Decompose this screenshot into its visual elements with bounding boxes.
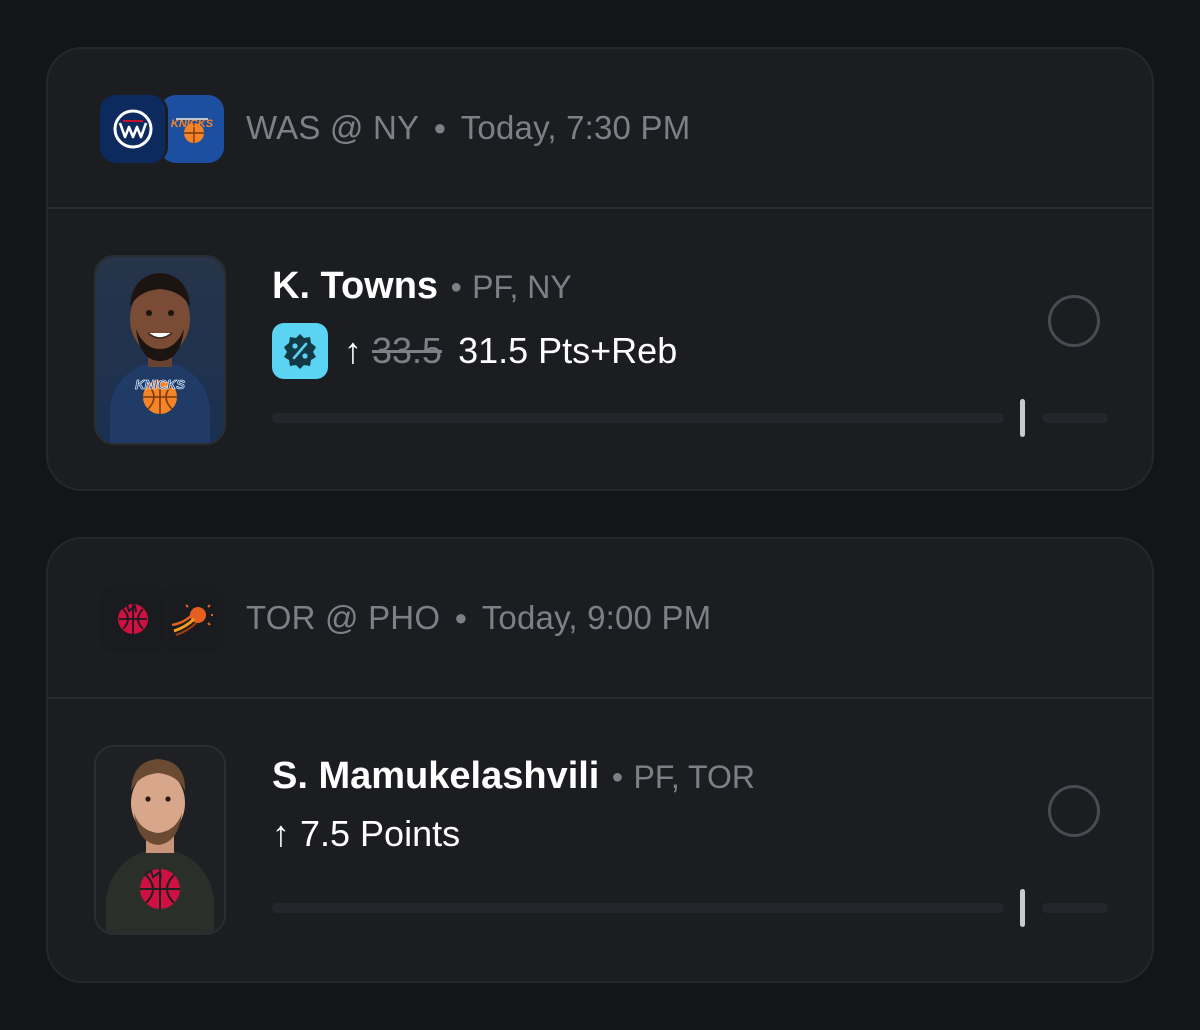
pick-line: ↑ 7.5 Points [272,813,460,855]
player-row[interactable]: S. Mamukelashvili ● PF, TOR ↑ 7.5 Points [48,699,1152,981]
team-logos: KNICKS [100,95,224,163]
game-info: WAS @ NY ● Today, 7:30 PM [246,109,690,147]
position-team: PF, NY [472,269,572,305]
raptors-logo-icon [100,585,168,653]
matchup: TOR @ PHO [246,599,441,636]
separator-dot: ● [433,115,447,140]
progress-track [272,903,1004,913]
game-info: TOR @ PHO ● Today, 9:00 PM [246,599,711,637]
separator-dot: ● [454,605,468,630]
pick-card[interactable]: KNICKS WAS @ NY ● Today, 7:30 PM KNICKS … [46,47,1154,491]
game-time: Today, 9:00 PM [481,599,712,636]
old-line-value: 33.5 [372,330,443,371]
separator-dot: ● [611,766,624,788]
select-pick-radio[interactable] [1048,785,1100,837]
game-header: TOR @ PHO ● Today, 9:00 PM [48,539,1152,699]
matchup: WAS @ NY [246,109,420,146]
player-name: S. Mamukelashvili [272,755,600,797]
arrow-up-icon: ↑ [344,330,362,371]
progress-tail [1042,903,1108,913]
game-header: KNICKS WAS @ NY ● Today, 7:30 PM [48,49,1152,209]
pick-card[interactable]: TOR @ PHO ● Today, 9:00 PM S. Mamukelashvi… [46,537,1154,983]
wizards-logo-icon [100,95,168,163]
progress-track [272,413,1004,423]
player-meta: ● PF, NY [438,269,572,305]
svg-text:KNICKS: KNICKS [135,377,185,392]
player-name: K. Towns [272,265,439,307]
k-towns-headshot: KNICKS [94,255,226,445]
position-team: PF, TOR [633,759,755,795]
progress-marker [1020,399,1025,437]
pick-line-value: 31.5 Pts+Reb [458,330,678,371]
player-meta: ● PF, TOR [599,759,755,795]
discount-promo-icon[interactable] [272,323,328,379]
progress-tail [1042,413,1108,423]
s-mamukelashvili-headshot [94,745,226,935]
arrow-up-icon: ↑ [272,813,290,854]
progress-marker [1020,889,1025,927]
player-name-line: S. Mamukelashvili ● PF, TOR [272,755,755,798]
player-name-line: K. Towns ● PF, NY [272,265,572,308]
knicks-logo-icon: KNICKS [160,95,224,163]
separator-dot: ● [450,276,463,298]
team-logos [100,585,224,653]
select-pick-radio[interactable] [1048,295,1100,347]
player-row[interactable]: KNICKS K. Towns ● PF, NY ↑ 33.5 31.5 Pts+R… [48,209,1152,489]
game-time: Today, 7:30 PM [460,109,691,146]
pick-line-value: 7.5 Points [300,813,461,854]
pick-line: ↑ 33.5 31.5 Pts+Reb [272,323,677,379]
suns-logo-icon [160,585,224,653]
